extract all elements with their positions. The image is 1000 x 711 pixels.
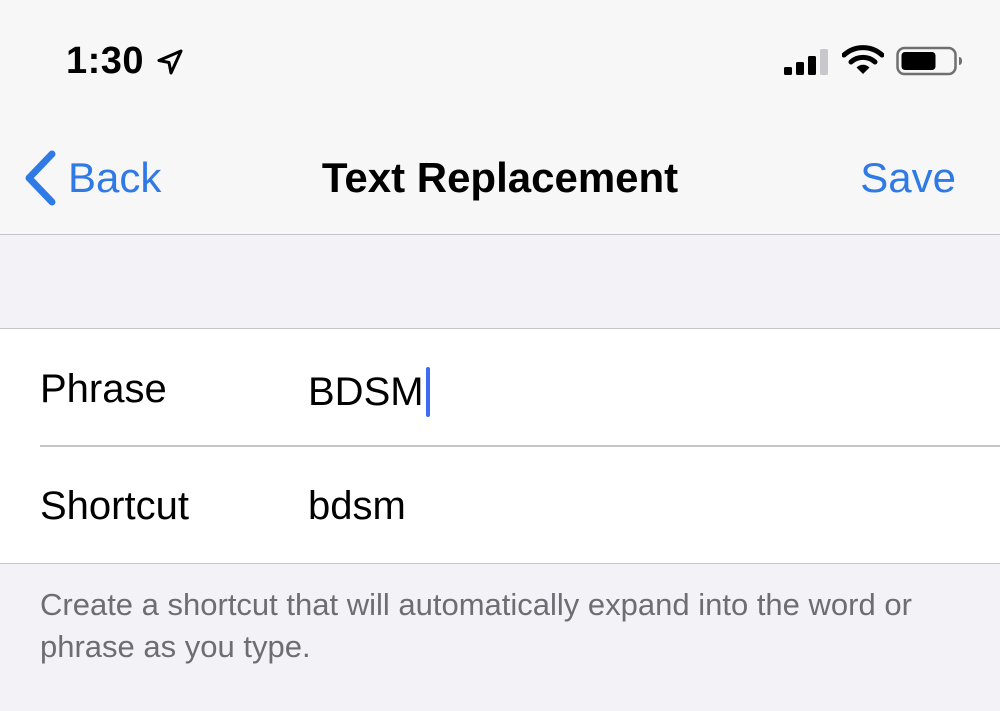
location-arrow-icon bbox=[157, 49, 183, 75]
cellular-signal-icon bbox=[784, 49, 828, 75]
phrase-row[interactable]: Phrase BDSM bbox=[0, 329, 1000, 447]
phrase-label: Phrase bbox=[40, 367, 167, 411]
status-bar: 1:30 bbox=[0, 0, 1000, 110]
status-time: 1:30 bbox=[66, 40, 145, 82]
phrase-value: BDSM bbox=[308, 369, 424, 414]
wifi-icon bbox=[842, 45, 884, 74]
phrase-field[interactable]: BDSM bbox=[308, 367, 430, 417]
page-title: Text Replacement bbox=[321, 154, 679, 201]
shortcut-value: bdsm bbox=[308, 484, 406, 528]
footer-note: Create a shortcut that will automaticall… bbox=[40, 587, 912, 664]
shortcut-row[interactable]: Shortcut bdsm bbox=[0, 446, 1000, 562]
replacement-form: Phrase BDSM Shortcut bdsm bbox=[0, 328, 1000, 564]
screen: 1:30 Back Text Replacement Save Phrase B… bbox=[0, 0, 1000, 711]
shortcut-label: Shortcut bbox=[40, 484, 189, 528]
save-button[interactable]: Save bbox=[860, 154, 956, 202]
shortcut-field[interactable]: bdsm bbox=[308, 484, 406, 529]
battery-icon bbox=[896, 46, 962, 76]
navigation-bar: Back Text Replacement Save bbox=[0, 110, 1000, 235]
text-cursor bbox=[425, 367, 430, 417]
